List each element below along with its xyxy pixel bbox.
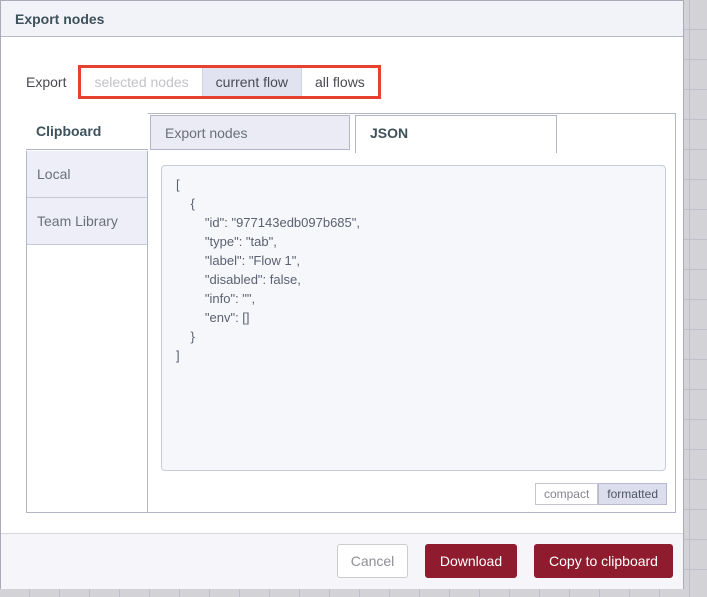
dialog-footer: Cancel Download Copy to clipboard [1, 533, 683, 589]
compact-button[interactable]: compact [534, 483, 599, 505]
library-sidebar: Local Team Library [26, 151, 148, 513]
json-code-text: [ { "id": "977143edb097b685", "type": "t… [176, 177, 360, 363]
download-button[interactable]: Download [425, 544, 517, 578]
tab-strip: Export nodes JSON [148, 113, 676, 153]
json-tab-content: [ { "id": "977143edb097b685", "type": "t… [148, 151, 676, 513]
export-nodes-dialog: Export nodes Export selected nodes curre… [0, 0, 684, 589]
sidebar-item-local[interactable]: Local [27, 151, 147, 198]
panel-top-bar: Clipboard Export nodes JSON [26, 113, 676, 153]
option-selected-nodes[interactable]: selected nodes [81, 68, 202, 96]
clipboard-header: Clipboard [36, 123, 102, 139]
option-all-flows[interactable]: all flows [301, 68, 378, 96]
cancel-button[interactable]: Cancel [337, 544, 408, 578]
export-scope-row: Export selected nodes current flow all f… [26, 62, 381, 102]
tab-export-nodes[interactable]: Export nodes [150, 115, 350, 150]
export-label: Export [26, 74, 67, 90]
annotation-highlight-box: selected nodes current flow all flows [78, 65, 381, 99]
library-panel: Clipboard Export nodes JSON Local Team L… [26, 113, 676, 513]
formatted-button[interactable]: formatted [598, 483, 667, 505]
copy-to-clipboard-button[interactable]: Copy to clipboard [534, 544, 673, 578]
json-code-area[interactable]: [ { "id": "977143edb097b685", "type": "t… [161, 165, 666, 471]
workspace-background: Export nodes Export selected nodes curre… [0, 0, 707, 597]
format-toggle-group: compact formatted [534, 483, 667, 505]
dialog-title: Export nodes [1, 1, 683, 37]
tab-json[interactable]: JSON [355, 115, 557, 153]
option-current-flow[interactable]: current flow [201, 68, 302, 96]
sidebar-item-team-library[interactable]: Team Library [27, 198, 147, 245]
